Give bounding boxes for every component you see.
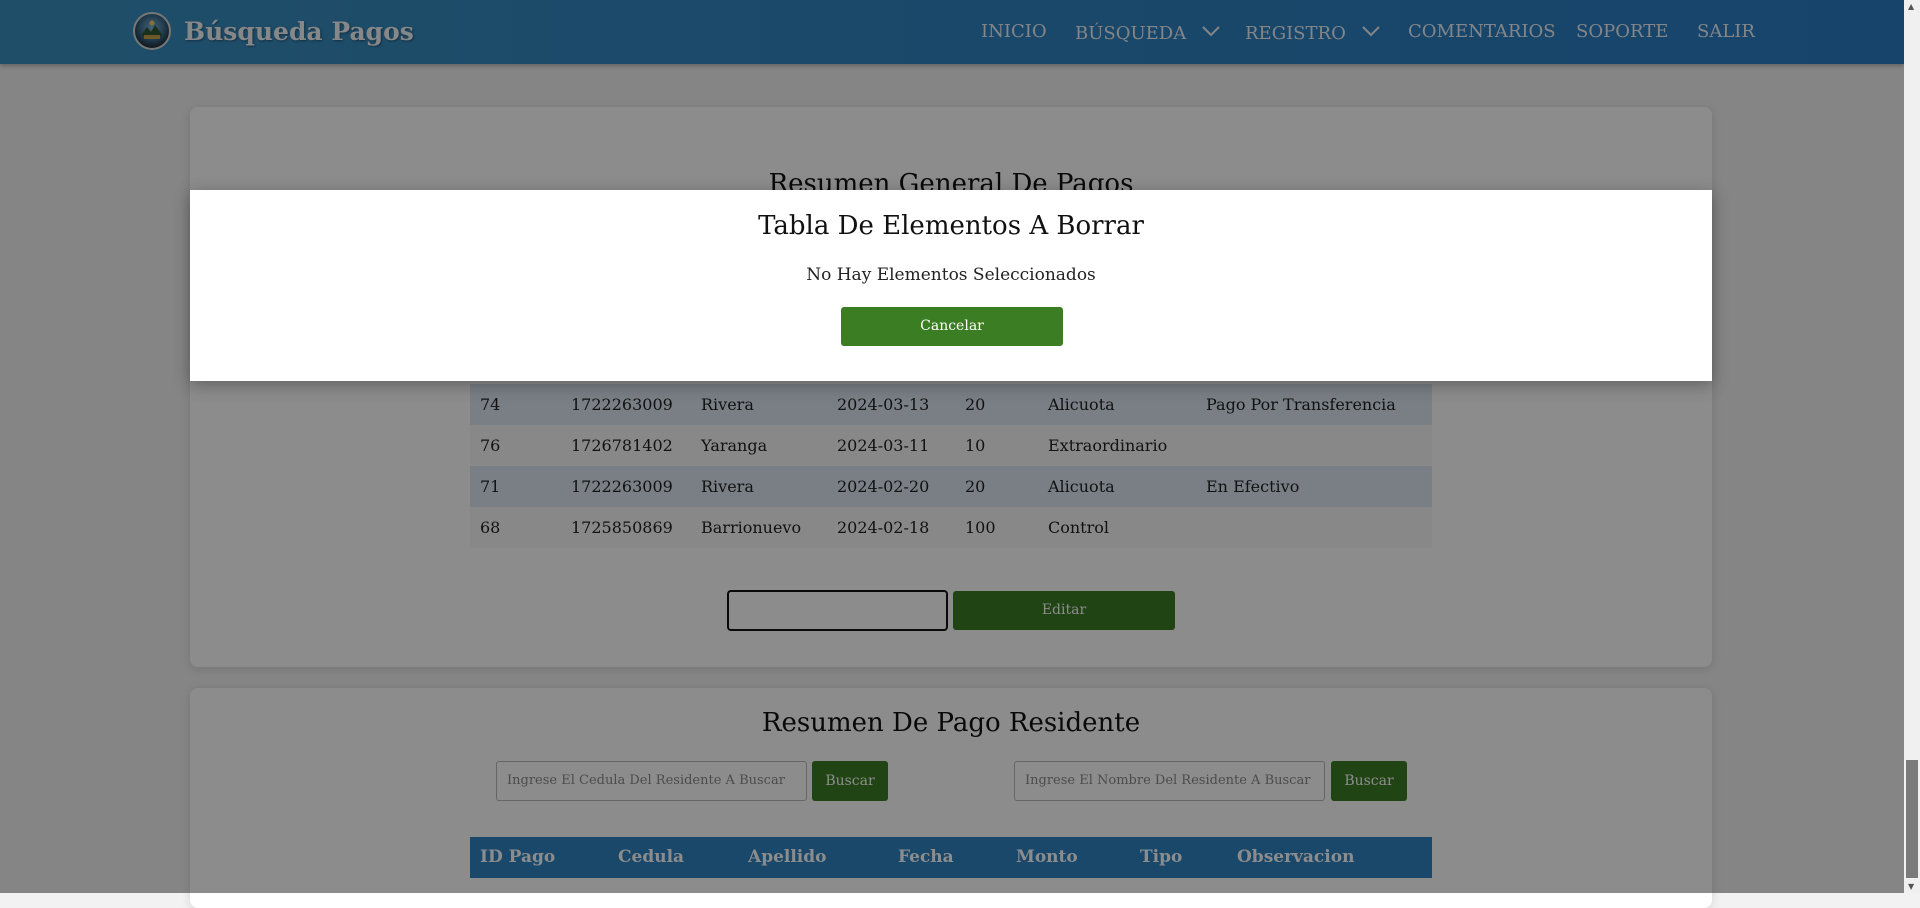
modal-message: No Hay Elementos Seleccionados xyxy=(806,265,1096,285)
scroll-up-icon[interactable]: ▲ xyxy=(1908,2,1914,11)
scroll-down-icon[interactable]: ▼ xyxy=(1908,882,1914,891)
cancel-button[interactable]: Cancelar xyxy=(841,307,1063,346)
modal-title: Tabla De Elementos A Borrar xyxy=(758,211,1144,241)
delete-modal: Tabla De Elementos A Borrar No Hay Eleme… xyxy=(190,190,1712,381)
modal-overlay[interactable] xyxy=(0,0,1904,893)
scrollbar[interactable]: ▲ ▼ xyxy=(1904,0,1920,893)
scrollbar-thumb[interactable] xyxy=(1906,760,1918,878)
